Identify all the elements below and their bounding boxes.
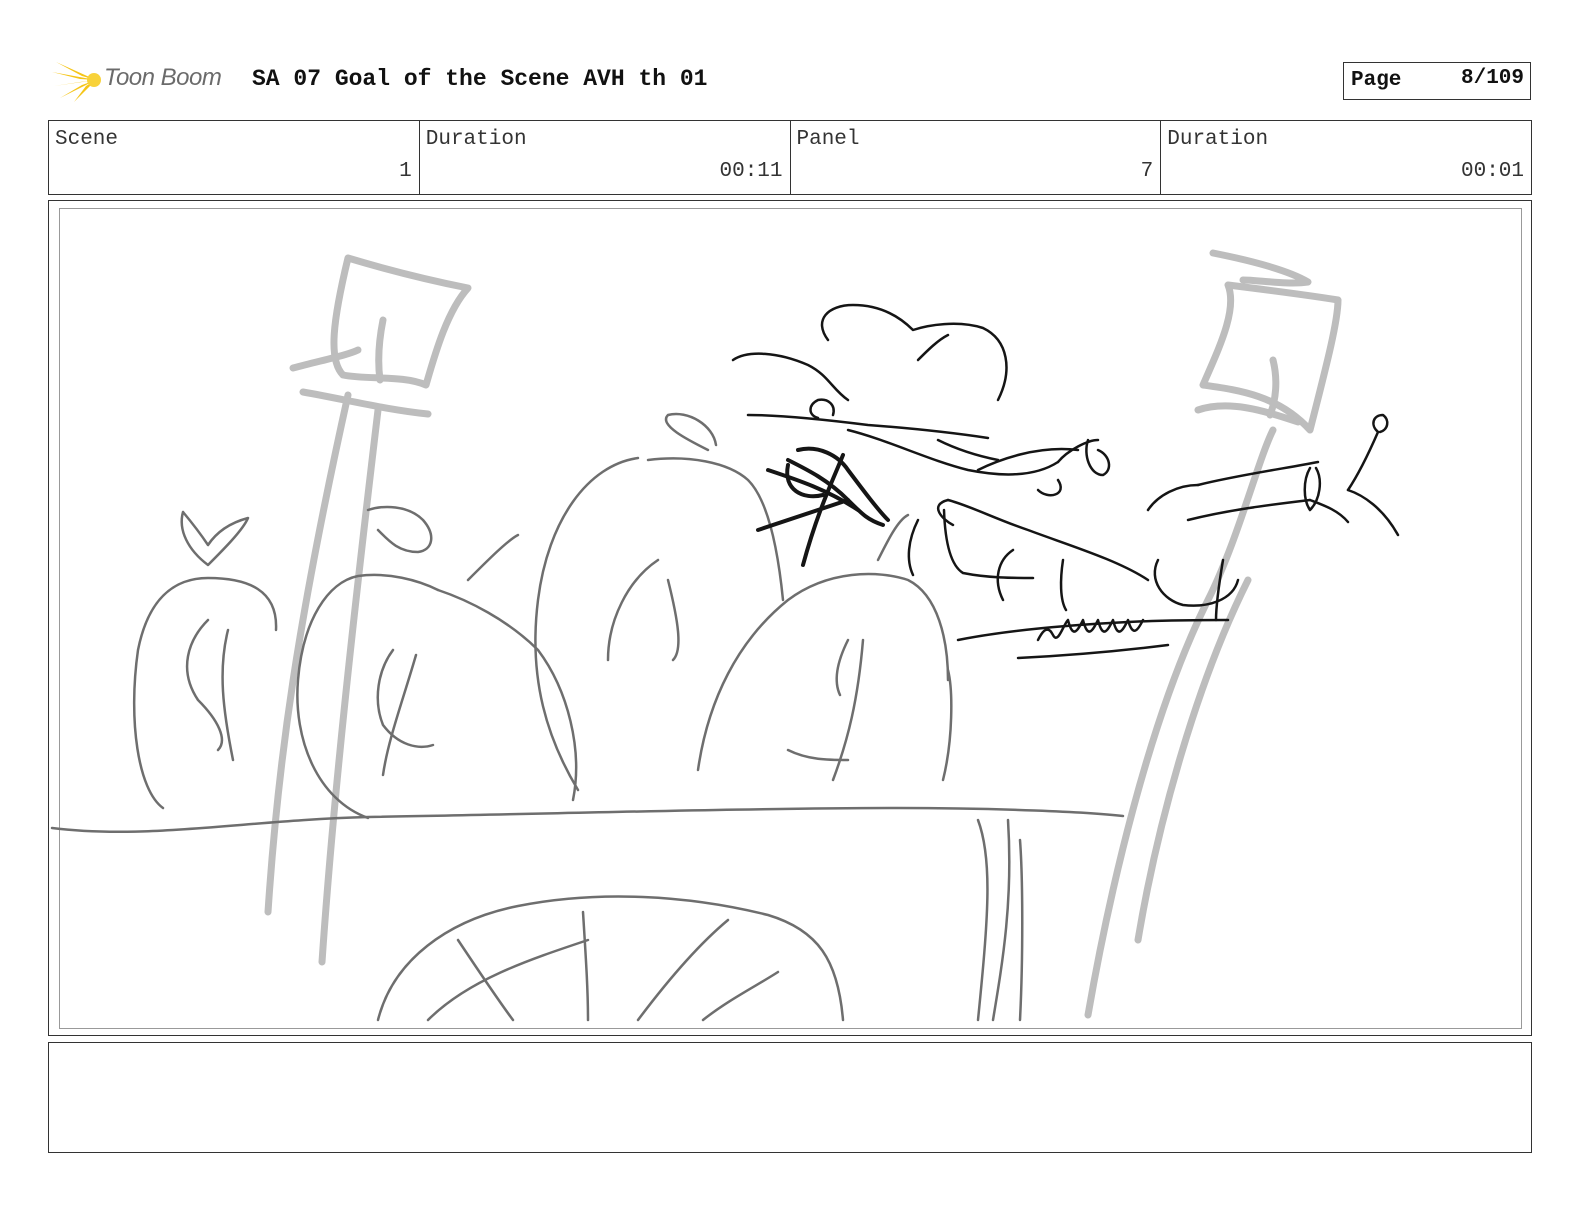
scene-duration-cell: Duration 00:11 (420, 121, 791, 194)
page-indicator: Page 8/109 (1343, 62, 1531, 100)
scene-info-table: Scene 1 Duration 00:11 Panel 7 Duration … (48, 120, 1532, 195)
panel-notes-box (48, 1042, 1532, 1153)
logo-burst-icon (52, 62, 101, 102)
logo-text: Toon Boom (104, 64, 222, 91)
toon-boom-logo: Toon Boom (52, 56, 242, 104)
scene-cell: Scene 1 (49, 121, 420, 194)
panel-value: 7 (1140, 160, 1154, 183)
panel-duration-cell: Duration 00:01 (1161, 121, 1531, 194)
page-number: 8/109 (1460, 67, 1524, 90)
panel-sketch-image (50, 249, 1400, 1022)
scene-value: 1 (399, 160, 412, 183)
scene-duration-value: 00:11 (719, 160, 783, 183)
panel-label: Panel (796, 128, 860, 151)
document-title: SA 07 Goal of the Scene AVH th 01 (252, 66, 708, 92)
storyboard-header: Toon Boom SA 07 Goal of the Scene AVH th… (52, 56, 1532, 104)
page-label: Page (1351, 69, 1402, 92)
panel-cell: Panel 7 (791, 121, 1162, 194)
scene-duration-label: Duration (425, 128, 527, 151)
scene-label: Scene (55, 128, 119, 151)
panel-duration-value: 00:01 (1460, 160, 1524, 183)
panel-duration-label: Duration (1167, 128, 1269, 151)
